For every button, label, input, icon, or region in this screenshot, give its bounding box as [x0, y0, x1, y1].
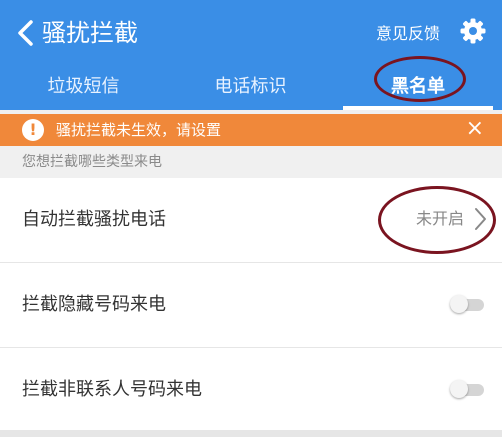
annotation-circle: [378, 186, 496, 254]
tab-call-marking[interactable]: 电话标识: [167, 64, 334, 110]
toggle-knob: [450, 295, 468, 313]
section-label: 您想拦截哪些类型来电: [22, 154, 162, 170]
list-item-hidden-number: 拦截隐藏号码来电: [0, 263, 502, 348]
feedback-link[interactable]: 意见反馈: [376, 22, 440, 46]
active-tab-indicator: [343, 106, 493, 110]
page-title: 骚扰拦截: [42, 19, 138, 47]
chevron-left-icon[interactable]: [12, 18, 42, 48]
warning-banner: ! 骚扰拦截未生效，请设置 ×: [0, 114, 502, 146]
gear-icon[interactable]: [460, 18, 486, 44]
warning-text[interactable]: 骚扰拦截未生效，请设置: [56, 118, 221, 142]
row-label: 拦截非联系人号码来电: [22, 379, 202, 400]
tab-spam-sms[interactable]: 垃圾短信: [0, 64, 167, 110]
exclamation-icon: !: [22, 119, 44, 141]
row-label: 拦截隐藏号码来电: [22, 294, 166, 315]
toggle-knob: [450, 380, 468, 398]
list-item-non-contact: 拦截非联系人号码来电: [0, 348, 502, 432]
bottom-divider: [0, 430, 502, 437]
row-label: 自动拦截骚扰电话: [22, 209, 166, 230]
toggle-switch[interactable]: [450, 295, 484, 313]
toggle-switch[interactable]: [450, 380, 484, 398]
close-icon[interactable]: ×: [466, 116, 484, 142]
annotation-circle: [374, 56, 466, 102]
